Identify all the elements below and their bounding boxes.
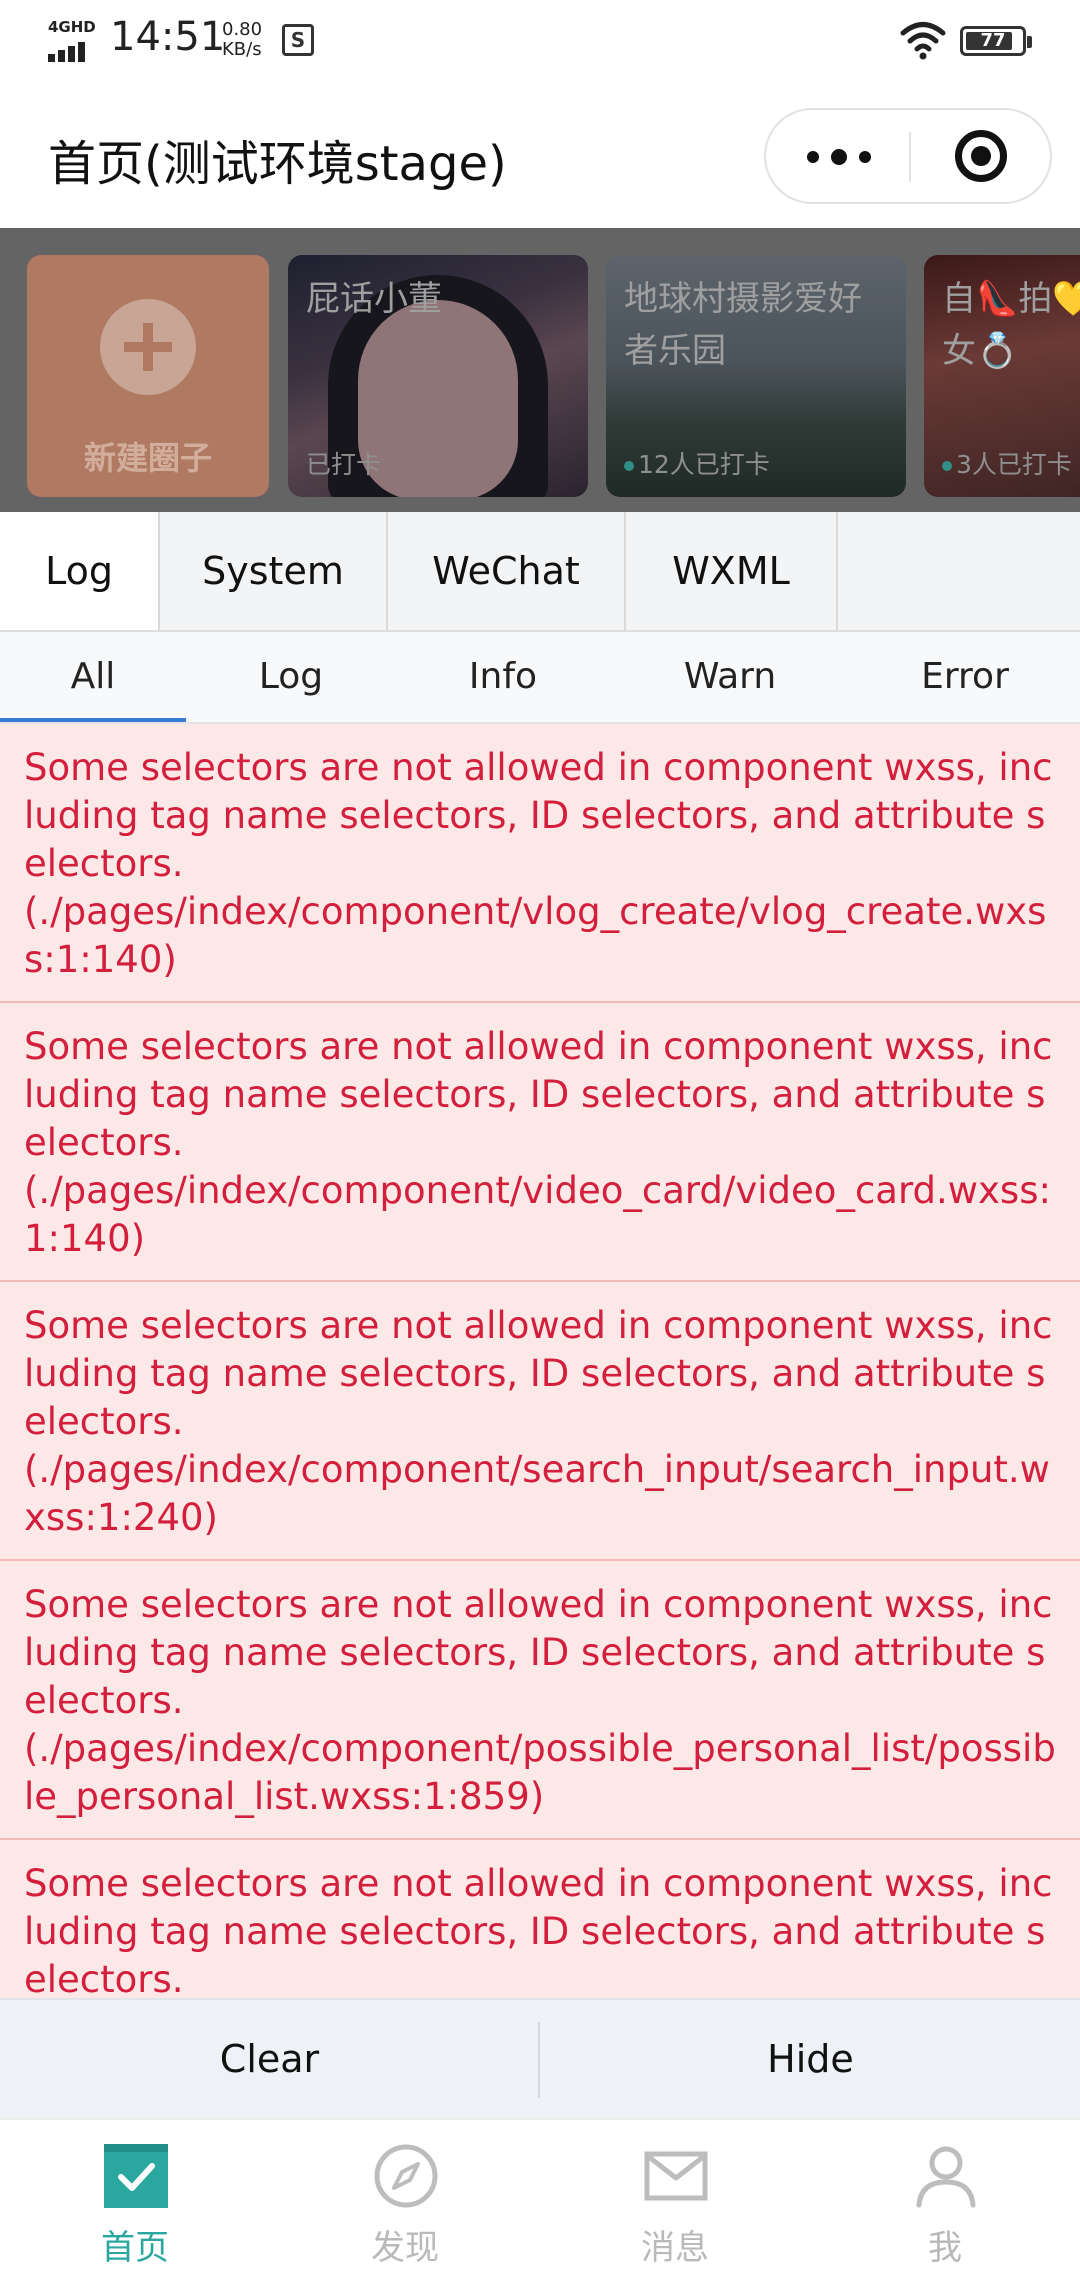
hide-button[interactable]: Hide xyxy=(541,2000,1080,2118)
circle-checkin-count: 3人已打卡 xyxy=(942,445,1072,481)
network-speed: 0.80 KB/s xyxy=(222,20,262,60)
battery-icon: 77 xyxy=(960,26,1032,56)
status-dot xyxy=(624,461,634,471)
log-source: (./pages/index/component/search_input/se… xyxy=(24,1448,1050,1539)
log-source: (./pages/index/component/vlog_create/vlo… xyxy=(24,890,1047,981)
log-source: (./pages/index/component/possible_person… xyxy=(24,1727,1056,1818)
log-message: Some selectors are not allowed in compon… xyxy=(24,1583,1053,1722)
wifi-icon xyxy=(900,22,946,60)
log-source: (./pages/index/component/video_card/vide… xyxy=(24,1169,1051,1260)
console-tabs: Log System WeChat WXML xyxy=(0,512,1080,632)
log-message: Some selectors are not allowed in compon… xyxy=(24,1304,1053,1443)
circle-card[interactable]: 地球村摄影爱好者乐园 12人已打卡 xyxy=(606,255,906,497)
notification-icon: S xyxy=(282,24,314,56)
nav-messages-label: 消息 xyxy=(641,2228,709,2268)
clear-button[interactable]: Clear xyxy=(0,2000,539,2118)
log-message: Some selectors are not allowed in compon… xyxy=(24,1862,1053,1998)
log-entry-error: Some selectors are not allowed in compon… xyxy=(0,1840,1080,1998)
circle-checkin-count: 已打卡 xyxy=(306,450,382,479)
network-speed-value: 0.80 xyxy=(222,19,263,40)
nav-home-label: 首页 xyxy=(101,2228,169,2268)
nav-discover[interactable]: 发现 xyxy=(270,2120,540,2280)
compass-icon xyxy=(374,2144,438,2208)
nav-me-label: 我 xyxy=(928,2228,962,2268)
circle-checkin-count: 12人已打卡 xyxy=(624,445,770,481)
filter-warn[interactable]: Warn xyxy=(610,632,850,722)
mail-icon xyxy=(644,2151,708,2201)
status-bar: 4GHD 14:51 0.80 KB/s S 77 xyxy=(0,0,1080,90)
cellular-signal-icon: 4GHD xyxy=(48,18,98,62)
log-entry-error: Some selectors are not allowed in compon… xyxy=(0,724,1080,1003)
filter-log[interactable]: Log xyxy=(186,632,396,722)
status-dot xyxy=(942,461,952,471)
nav-me[interactable]: 我 xyxy=(810,2120,1080,2280)
filter-info[interactable]: Info xyxy=(396,632,610,722)
new-circle-card[interactable]: 新建圈子 xyxy=(27,255,269,497)
tab-wechat[interactable]: WeChat xyxy=(388,512,626,630)
filter-all[interactable]: All xyxy=(0,632,186,722)
tab-log[interactable]: Log xyxy=(0,512,160,630)
circle-title: 自👠拍💛女💍 xyxy=(942,279,1080,371)
network-type: 4GHD xyxy=(48,18,96,36)
circle-card[interactable]: 屁话小董 已打卡 xyxy=(288,255,588,497)
nav-home[interactable]: 首页 xyxy=(0,2120,270,2280)
circles-carousel[interactable]: 新建圈子 屁话小董 已打卡 地球村摄影爱好者乐园 12人已打卡 自👠拍💛女💍 3… xyxy=(0,228,1080,512)
clock: 14:51 xyxy=(110,14,226,60)
plus-icon xyxy=(100,299,196,395)
home-check-icon xyxy=(104,2144,168,2208)
nav-discover-label: 发现 xyxy=(371,2228,439,2268)
circle-title: 地球村摄影爱好者乐园 xyxy=(624,279,862,371)
tab-bar: 首页 发现 消息 我 xyxy=(0,2118,1080,2280)
more-button[interactable] xyxy=(766,110,909,202)
navigation-bar: 首页(测试环境stage) xyxy=(0,90,1080,228)
close-miniprogram-button[interactable] xyxy=(911,110,1052,202)
circle-card[interactable]: 自👠拍💛女💍 3人已打卡 xyxy=(924,255,1080,497)
log-message: Some selectors are not allowed in compon… xyxy=(24,746,1053,885)
circle-title: 屁话小董 xyxy=(306,279,442,319)
log-entry-error: Some selectors are not allowed in compon… xyxy=(0,1282,1080,1561)
new-circle-label: 新建圈子 xyxy=(83,439,212,477)
filter-error[interactable]: Error xyxy=(850,632,1080,722)
log-filter-tabs: All Log Info Warn Error xyxy=(0,632,1080,724)
log-entry-error: Some selectors are not allowed in compon… xyxy=(0,1003,1080,1282)
tab-wxml[interactable]: WXML xyxy=(626,512,838,630)
console-footer: Clear Hide xyxy=(0,1998,1080,2118)
battery-level: 77 xyxy=(980,30,1006,51)
page-title: 首页(测试环境stage) xyxy=(48,136,507,192)
user-icon xyxy=(916,2146,976,2208)
log-message: Some selectors are not allowed in compon… xyxy=(24,1025,1053,1164)
menu-capsule xyxy=(764,108,1052,204)
log-list[interactable]: Some selectors are not allowed in compon… xyxy=(0,724,1080,1998)
tab-system[interactable]: System xyxy=(160,512,388,630)
nav-messages[interactable]: 消息 xyxy=(540,2120,810,2280)
network-speed-unit: KB/s xyxy=(222,39,262,60)
log-entry-error: Some selectors are not allowed in compon… xyxy=(0,1561,1080,1840)
